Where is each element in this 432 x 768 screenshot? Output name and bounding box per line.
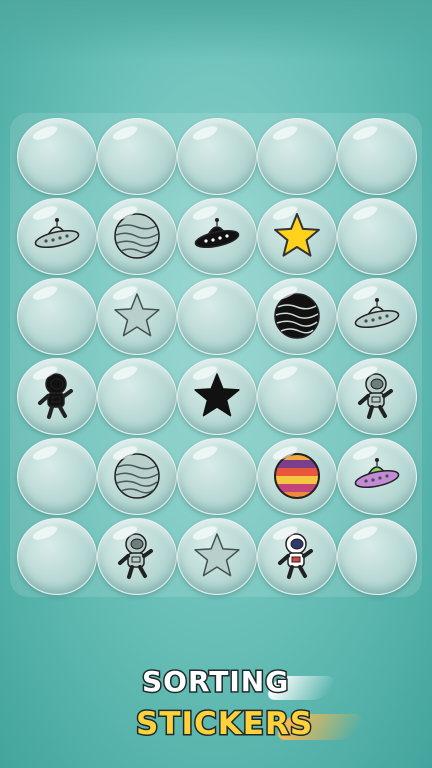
bubble-slot[interactable] bbox=[177, 278, 257, 355]
bubble-slot[interactable] bbox=[177, 518, 257, 595]
bubble-slot[interactable] bbox=[17, 118, 97, 195]
bubble-slot[interactable] bbox=[17, 358, 97, 435]
bubble-slot[interactable] bbox=[177, 358, 257, 435]
bubble-slot[interactable] bbox=[177, 438, 257, 515]
bubble-slot[interactable] bbox=[337, 358, 417, 435]
game-title-line2: STICKERS bbox=[134, 705, 314, 744]
bubble-slot[interactable] bbox=[17, 278, 97, 355]
bubble-slot[interactable] bbox=[337, 198, 417, 275]
bubble-slot[interactable] bbox=[17, 438, 97, 515]
bubble-slot[interactable] bbox=[177, 118, 257, 195]
bubble-slot[interactable] bbox=[97, 518, 177, 595]
bubble-slot[interactable] bbox=[17, 198, 97, 275]
game-title-line1: SORTING bbox=[140, 664, 290, 700]
bubble-slot[interactable] bbox=[257, 118, 337, 195]
bubble-slot[interactable] bbox=[97, 278, 177, 355]
bubble-slot[interactable] bbox=[257, 198, 337, 275]
bubble-slot[interactable] bbox=[257, 358, 337, 435]
bubble-slot[interactable] bbox=[257, 518, 337, 595]
bubble-slot[interactable] bbox=[97, 118, 177, 195]
bubble-slot[interactable] bbox=[257, 278, 337, 355]
bubble-slot[interactable] bbox=[97, 358, 177, 435]
bubble-slot[interactable] bbox=[257, 438, 337, 515]
bubble-slot[interactable] bbox=[337, 278, 417, 355]
bubble-slot[interactable] bbox=[97, 438, 177, 515]
bubble-slot[interactable] bbox=[337, 518, 417, 595]
bubble-slot[interactable] bbox=[177, 198, 257, 275]
bubble-slot[interactable] bbox=[97, 198, 177, 275]
bubble-slot[interactable] bbox=[337, 438, 417, 515]
background-top bbox=[0, 0, 432, 60]
bubble-slot[interactable] bbox=[337, 118, 417, 195]
bubble-slot[interactable] bbox=[17, 518, 97, 595]
